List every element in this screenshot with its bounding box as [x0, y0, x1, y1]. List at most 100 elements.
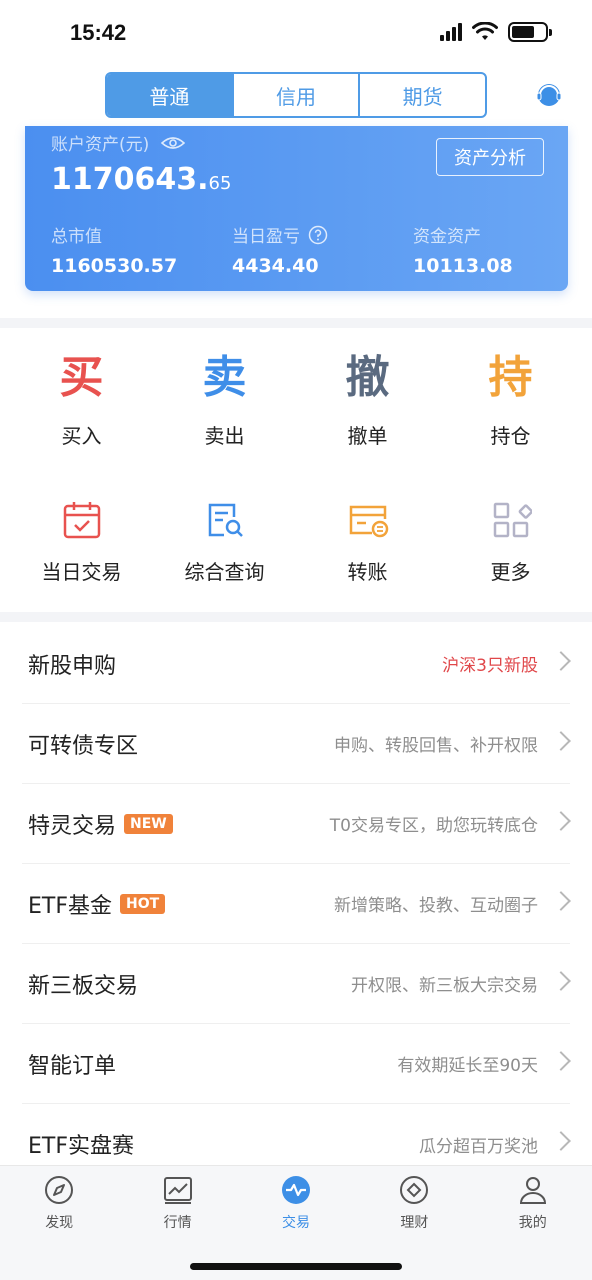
help-icon[interactable] [308, 225, 328, 245]
diamond-icon [400, 1176, 429, 1204]
total-asset-int: 1170643. [51, 162, 209, 197]
nav-label: 交易 [281, 1215, 310, 1231]
buy-glyph: 买 [59, 352, 104, 403]
list-item-teling-trade[interactable]: 特灵交易 NEW T0交易专区，助您玩转底仓 [22, 784, 571, 864]
metric-value: 4434.40 [232, 255, 319, 277]
battery-icon [508, 22, 552, 42]
metric-value: 10113.08 [413, 255, 513, 277]
trade-wave-icon [281, 1176, 310, 1204]
cancel-glyph: 撤 [345, 352, 390, 403]
nav-label: 理财 [400, 1215, 429, 1231]
action-label: 更多 [490, 560, 531, 584]
asset-analysis-button[interactable]: 资产分析 [436, 138, 544, 176]
asset-label: 账户资产(元) [51, 135, 150, 155]
query-button[interactable]: 综合查询 [153, 496, 296, 585]
list-item-desc: T0交易专区，助您玩转底仓 [329, 816, 538, 836]
action-label: 转账 [347, 560, 388, 584]
chart-line-icon [163, 1177, 192, 1204]
section-divider [0, 612, 592, 622]
tab-normal[interactable]: 普通 [107, 74, 234, 116]
action-row-secondary: 当日交易 综合查询 转账 更多 [10, 496, 592, 585]
list-item-title: ETF实盘赛 [28, 1134, 134, 1159]
transfer-button[interactable]: 转账 [296, 496, 439, 585]
nav-label: 行情 [163, 1215, 192, 1231]
cancel-order-button[interactable]: 撤 撤单 [296, 348, 439, 449]
action-label: 综合查询 [184, 560, 265, 584]
metric-value: 1160530.57 [51, 255, 178, 277]
action-label: 撤单 [347, 424, 388, 448]
list-item-desc: 瓜分超百万奖池 [419, 1136, 538, 1157]
list-item-smart-order[interactable]: 智能订单 有效期延长至90天 [22, 1024, 571, 1104]
action-label: 持仓 [490, 424, 531, 448]
asset-label-row: 账户资产(元) [51, 130, 186, 155]
action-row-primary: 买 买入 卖 卖出 撤 撤单 持 持仓 [10, 348, 592, 449]
compass-icon [45, 1176, 74, 1204]
list-item-desc: 有效期延长至90天 [397, 1056, 538, 1076]
list-item-title: 可转债专区 [28, 733, 139, 759]
grid-more-icon [487, 496, 535, 544]
metric-label: 总市值 [51, 227, 102, 247]
list-item-title: ETF基金 [28, 893, 112, 919]
nav-wealth[interactable]: 理财 [355, 1166, 473, 1236]
metric-label: 当日盈亏 [232, 227, 300, 247]
new-badge: NEW [124, 813, 173, 834]
sell-glyph: 卖 [202, 352, 247, 403]
nav-label: 我的 [518, 1215, 547, 1231]
positions-glyph: 持 [488, 352, 533, 403]
action-label: 卖出 [204, 424, 245, 448]
sell-button[interactable]: 卖 卖出 [153, 348, 296, 449]
eye-icon[interactable] [161, 135, 186, 151]
chevron-right-icon [551, 651, 571, 671]
list-item-desc: 开权限、新三板大宗交易 [351, 976, 538, 996]
card-transfer-icon [344, 496, 392, 544]
action-label: 当日交易 [41, 560, 122, 584]
signal-icon [440, 23, 462, 41]
list-item-ipo[interactable]: 新股申购 沪深3只新股 [22, 624, 571, 704]
customer-service-icon[interactable] [534, 80, 564, 110]
tab-futures[interactable]: 期货 [360, 74, 485, 116]
tab-margin[interactable]: 信用 [234, 74, 361, 116]
chevron-right-icon [551, 731, 571, 751]
list-item-title: 新三板交易 [28, 973, 139, 999]
home-indicator[interactable] [190, 1263, 402, 1270]
section-divider [0, 318, 592, 328]
nav-label: 发现 [45, 1215, 74, 1231]
status-time: 15:42 [70, 20, 127, 45]
chevron-right-icon [551, 1131, 571, 1151]
list-item-desc: 申购、转股回售、补开权限 [334, 736, 538, 756]
asset-card: 账户资产(元) 1170643.65 资产分析 总市值 1160530.57 当… [25, 126, 568, 291]
nav-profile[interactable]: 我的 [474, 1166, 592, 1236]
more-button[interactable]: 更多 [439, 496, 582, 585]
list-item-etf-fund[interactable]: ETF基金 HOT 新增策略、投教、互动圈子 [22, 864, 571, 944]
list-item-convertible-bond[interactable]: 可转债专区 申购、转股回售、补开权限 [22, 704, 571, 784]
metric-market-value: 总市值 1160530.57 [51, 222, 177, 277]
list-item-neeq-trade[interactable]: 新三板交易 开权限、新三板大宗交易 [22, 944, 571, 1024]
document-search-icon [201, 496, 249, 544]
nav-trade[interactable]: 交易 [237, 1166, 355, 1236]
list-item-desc: 新增策略、投教、互动圈子 [334, 896, 538, 916]
wifi-icon [472, 22, 498, 40]
buy-button[interactable]: 买 买入 [10, 348, 153, 449]
bottom-nav: 发现 行情 交易 理财 我的 [0, 1165, 592, 1280]
action-label: 买入 [61, 424, 102, 448]
nav-discover[interactable]: 发现 [0, 1166, 118, 1236]
list-item-desc: 沪深3只新股 [442, 656, 538, 676]
chevron-right-icon [551, 891, 571, 911]
status-icons [440, 22, 552, 42]
person-icon [519, 1177, 546, 1204]
total-asset-value: 1170643.65 [51, 162, 231, 197]
today-trades-button[interactable]: 当日交易 [10, 496, 153, 585]
metric-label-row: 当日盈亏 [232, 222, 328, 247]
total-asset-dec: 65 [208, 173, 232, 194]
chevron-right-icon [551, 1051, 571, 1071]
positions-button[interactable]: 持 持仓 [439, 348, 582, 449]
list-item-title: 智能订单 [28, 1053, 117, 1079]
list-item-title: 新股申购 [28, 653, 117, 679]
chevron-right-icon [551, 971, 571, 991]
nav-market[interactable]: 行情 [118, 1166, 236, 1236]
list-item-title: 特灵交易 [28, 813, 117, 839]
account-type-tabs: 普通 信用 期货 [105, 72, 487, 118]
metric-daily-pnl: 当日盈亏 4434.40 [232, 222, 328, 277]
metric-cash-asset: 资金资产 10113.08 [413, 222, 513, 277]
status-bar: 15:42 [0, 0, 592, 64]
